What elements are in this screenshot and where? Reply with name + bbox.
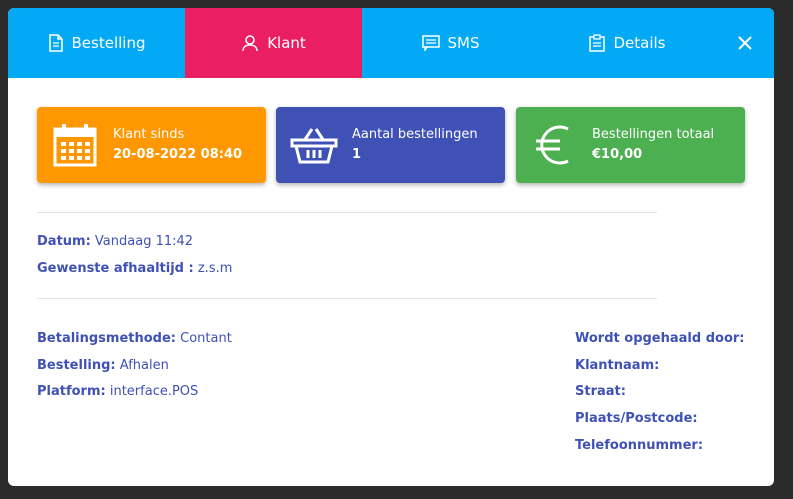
card-value: 20-08-2022 08:40	[113, 147, 243, 162]
tab-label: Klant	[267, 34, 306, 52]
user-icon	[241, 34, 259, 52]
order-type-value: Afhalen	[119, 358, 169, 373]
place-postcode-label: Plaats/Postcode:	[575, 411, 698, 426]
customer-modal: Bestelling Klant SMS Details Klant sinds…	[8, 8, 774, 486]
payment-method-line: Betalingsmethode: Contant	[37, 331, 232, 346]
card-label: Bestellingen totaal	[592, 127, 715, 142]
card-label: Aantal bestellingen	[352, 127, 478, 142]
payment-method-value: Contant	[180, 331, 232, 346]
pickup-time-line: Gewenste afhaaltijd : z.s.m	[37, 261, 232, 276]
customer-name-line: Klantnaam:	[575, 358, 659, 373]
phone-line: Telefoonnummer:	[575, 438, 703, 453]
message-icon	[421, 35, 440, 51]
phone-label: Telefoonnummer:	[575, 438, 704, 453]
close-icon[interactable]	[736, 34, 754, 52]
tab-details[interactable]: Details	[539, 8, 716, 78]
tab-klant[interactable]: Klant	[185, 8, 362, 78]
date-label: Datum:	[37, 234, 91, 249]
order-count-card: Aantal bestellingen 1	[276, 107, 505, 183]
platform-label: Platform:	[37, 384, 106, 399]
tab-label: SMS	[447, 34, 480, 52]
euro-icon	[516, 121, 592, 169]
payment-method-label: Betalingsmethode:	[37, 331, 177, 346]
card-value: €10,00	[592, 147, 643, 162]
tab-sms[interactable]: SMS	[362, 8, 539, 78]
platform-line: Platform: interface.POS	[37, 384, 198, 399]
order-type-line: Bestelling: Afhalen	[37, 358, 169, 373]
card-label: Klant sinds	[113, 127, 185, 142]
customer-name-label: Klantnaam:	[575, 358, 660, 373]
platform-value: interface.POS	[109, 384, 199, 399]
date-line: Datum: Vandaag 11:42	[37, 234, 193, 249]
tab-bestelling[interactable]: Bestelling	[8, 8, 185, 78]
place-postcode-line: Plaats/Postcode:	[575, 411, 698, 426]
clipboard-icon	[589, 34, 606, 52]
picked-up-by-line: Wordt opgehaald door:	[575, 331, 745, 346]
document-icon	[48, 34, 64, 52]
tab-label: Bestelling	[71, 34, 146, 52]
card-value: 1	[352, 147, 362, 162]
order-type-label: Bestelling:	[37, 358, 116, 373]
divider	[37, 212, 657, 213]
basket-icon	[276, 125, 352, 165]
pickup-time-label: Gewenste afhaaltijd :	[37, 261, 194, 276]
order-total-card: Bestellingen totaal €10,00	[516, 107, 745, 183]
tab-label: Details	[613, 34, 666, 52]
pickup-time-value: z.s.m	[197, 261, 233, 276]
tab-bar: Bestelling Klant SMS Details	[8, 8, 774, 78]
street-line: Straat:	[575, 384, 626, 399]
picked-up-by-label: Wordt opgehaald door:	[575, 331, 745, 346]
divider	[37, 298, 657, 299]
street-label: Straat:	[575, 384, 626, 399]
calendar-icon	[37, 123, 113, 167]
customer-since-card: Klant sinds 20-08-2022 08:40	[37, 107, 266, 183]
date-value: Vandaag 11:42	[94, 234, 194, 249]
